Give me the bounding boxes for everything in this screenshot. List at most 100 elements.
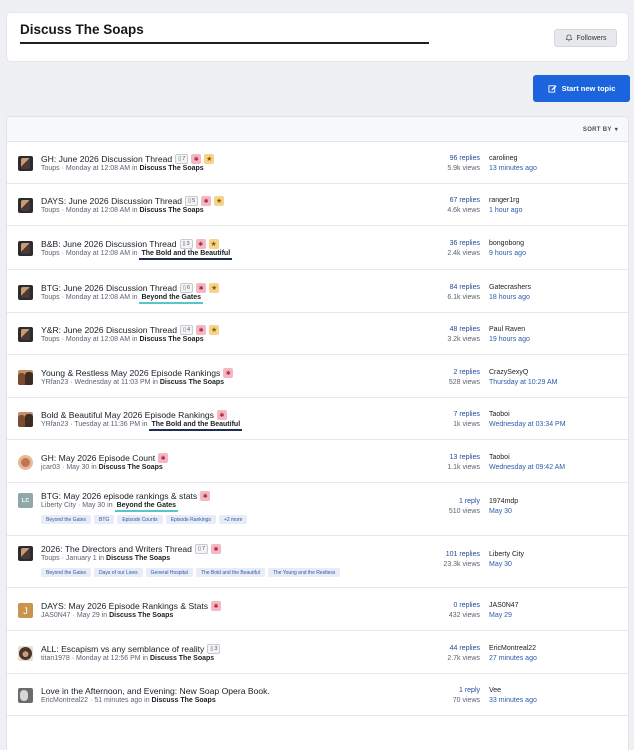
topic-section[interactable]: Discuss The Soaps (139, 207, 203, 214)
topic-section[interactable]: Discuss The Soaps (139, 336, 203, 343)
topic-row[interactable]: Y&R: June 2026 Discussion Thread ▯ 4 ✱ ★ Toup… (7, 313, 628, 355)
topic-author[interactable]: Toups (41, 207, 60, 214)
last-post-time[interactable]: 13 minutes ago (489, 164, 537, 174)
topic-author[interactable]: Liberty City (41, 502, 76, 509)
followers-button[interactable]: Followers (554, 29, 617, 47)
topic-row[interactable]: LC BTG: May 2026 episode rankings & stats… (7, 483, 628, 536)
avatar[interactable] (18, 198, 33, 213)
last-post-time[interactable]: 33 minutes ago (489, 696, 537, 706)
last-post-time[interactable]: May 30 (489, 507, 518, 517)
topic-row[interactable]: 2026: The Directors and Writers Thread ▯ 7… (7, 536, 628, 588)
topic-author[interactable]: YRfan23 (41, 379, 68, 386)
tag-chip[interactable]: BTG (94, 515, 115, 524)
topic-section[interactable]: The Bold and the Beautiful (139, 250, 233, 260)
topic-title-link[interactable]: Love in the Afternoon, and Evening: New … (41, 686, 270, 696)
topic-row[interactable]: ALL: Escapism vs any semblance of realit… (7, 631, 628, 674)
topic-author[interactable]: Toups (41, 294, 60, 301)
topic-section[interactable]: Discuss The Soaps (106, 555, 170, 562)
topic-title-link[interactable]: GH: May 2026 Episode Count (41, 453, 155, 463)
last-post-time[interactable]: Wednesday at 03:34 PM (489, 420, 566, 430)
start-new-topic-button[interactable]: Start new topic (533, 75, 630, 102)
avatar[interactable] (18, 455, 33, 470)
topic-title-link[interactable]: GH: June 2026 Discussion Thread (41, 154, 172, 164)
last-post-time[interactable]: 19 hours ago (489, 335, 530, 345)
tag-chip[interactable]: The Bold and the Beautiful (195, 568, 265, 577)
last-post-user[interactable]: JAS0N47 (489, 601, 519, 611)
avatar[interactable] (18, 688, 33, 703)
avatar[interactable] (18, 646, 33, 661)
topic-row[interactable]: Love in the Afternoon, and Evening: New … (7, 674, 628, 716)
tag-chip[interactable]: Beyond the Gates (41, 568, 92, 577)
topic-author[interactable]: JAS0N47 (41, 612, 71, 619)
last-post-time[interactable]: May 29 (489, 611, 519, 621)
avatar[interactable] (18, 412, 33, 427)
topic-author[interactable]: Toups (41, 336, 60, 343)
last-post-user[interactable]: 1974mdp (489, 497, 518, 507)
last-post-user[interactable]: carolineg (489, 154, 537, 164)
topic-author[interactable]: titan1978 (41, 655, 70, 662)
last-post-user[interactable]: ranger1rg (489, 196, 522, 206)
tag-chip[interactable]: Days of our Lives (94, 568, 143, 577)
last-post-time[interactable]: 27 minutes ago (489, 654, 537, 664)
last-post-user[interactable]: Taoboi (489, 410, 566, 420)
topic-author[interactable]: jcar03 (41, 464, 60, 471)
topic-author[interactable]: Toups (41, 165, 60, 172)
topic-section[interactable]: Discuss The Soaps (99, 464, 163, 471)
avatar[interactable] (18, 370, 33, 385)
topic-section[interactable]: The Bold and the Beautiful (149, 421, 243, 431)
topic-row[interactable]: Bold & Beautiful May 2026 Episode Rankin… (7, 398, 628, 440)
tag-chip[interactable]: The Young and the Restless (267, 568, 341, 577)
avatar[interactable]: J (18, 603, 33, 618)
topic-row[interactable]: GH: May 2026 Episode Count ✱ jcar03 · May … (7, 440, 628, 483)
topic-title-link[interactable]: B&B: June 2026 Discussion Thread (41, 239, 177, 249)
last-post-user[interactable]: Paul Raven (489, 325, 530, 335)
last-post-time[interactable]: May 30 (489, 560, 524, 570)
tag-chip[interactable]: Episode Rankings (165, 515, 216, 524)
topic-section[interactable]: Beyond the Gates (139, 294, 203, 304)
last-post-time[interactable]: Thursday at 10:29 AM (489, 378, 557, 388)
tag-chip[interactable]: General Hospital (145, 568, 193, 577)
topic-title-link[interactable]: DAYS: May 2026 Episode Rankings & Stats (41, 601, 208, 611)
tag-chip[interactable]: +2 more (218, 515, 248, 524)
topic-title-link[interactable]: Bold & Beautiful May 2026 Episode Rankin… (41, 410, 214, 420)
last-post-user[interactable]: Liberty City (489, 550, 524, 560)
avatar[interactable] (18, 241, 33, 256)
last-post-time[interactable]: 18 hours ago (489, 293, 531, 303)
tag-chip[interactable]: Episode Counts (117, 515, 163, 524)
topic-row[interactable]: DAYS: June 2026 Discussion Thread ▯ 5 ✱ ★ Tou… (7, 184, 628, 226)
last-post-user[interactable]: Taoboi (489, 453, 565, 463)
topic-author[interactable]: Toups (41, 555, 60, 562)
last-post-user[interactable]: bongobong (489, 239, 526, 249)
avatar[interactable] (18, 546, 33, 561)
topic-author[interactable]: YRfan23 (41, 421, 68, 428)
last-post-time[interactable]: 1 hour ago (489, 206, 522, 216)
topic-title-link[interactable]: ALL: Escapism vs any semblance of realit… (41, 644, 204, 654)
topic-section[interactable]: Discuss The Soaps (160, 379, 224, 386)
avatar[interactable]: LC (18, 493, 33, 508)
avatar[interactable] (18, 327, 33, 342)
topic-title-link[interactable]: Y&R: June 2026 Discussion Thread (41, 325, 177, 335)
avatar[interactable] (18, 285, 33, 300)
last-post-user[interactable]: Vee (489, 686, 537, 696)
topic-row[interactable]: GH: June 2026 Discussion Thread ▯ 7 ✱ ★ Toups… (7, 142, 628, 184)
topic-row[interactable]: J DAYS: May 2026 Episode Rankings & Stats… (7, 588, 628, 631)
topic-section[interactable]: Beyond the Gates (114, 502, 179, 512)
topic-title-link[interactable]: Young & Restless May 2026 Episode Rankin… (41, 368, 220, 378)
last-post-time[interactable]: Wednesday at 09:42 AM (489, 463, 565, 473)
topic-section[interactable]: Discuss The Soaps (150, 655, 214, 662)
sort-by-dropdown[interactable]: SORT BY ▾ (583, 126, 618, 134)
topic-row[interactable]: BTG: June 2026 Discussion Thread ▯ 6 ✱ ★ Toup… (7, 270, 628, 313)
topic-title-link[interactable]: BTG: May 2026 episode rankings & stats (41, 491, 197, 501)
topic-author[interactable]: Toups (41, 250, 60, 257)
topic-title-link[interactable]: DAYS: June 2026 Discussion Thread (41, 196, 182, 206)
topic-title-link[interactable]: BTG: June 2026 Discussion Thread (41, 283, 177, 293)
last-post-user[interactable]: EricMontreal22 (489, 644, 537, 654)
tag-chip[interactable]: Beyond the Gates (41, 515, 92, 524)
topic-row[interactable]: B&B: June 2026 Discussion Thread ▯ 3 ✱ ★ Toup… (7, 226, 628, 270)
topic-author[interactable]: EricMontreal22 (41, 697, 88, 704)
topic-section[interactable]: Discuss The Soaps (139, 165, 203, 172)
last-post-user[interactable]: Gatecrashers (489, 283, 531, 293)
topic-row[interactable]: Young & Restless May 2026 Episode Rankin… (7, 355, 628, 398)
topic-section[interactable]: Discuss The Soaps (109, 612, 173, 619)
topic-section[interactable]: Discuss The Soaps (152, 697, 216, 704)
